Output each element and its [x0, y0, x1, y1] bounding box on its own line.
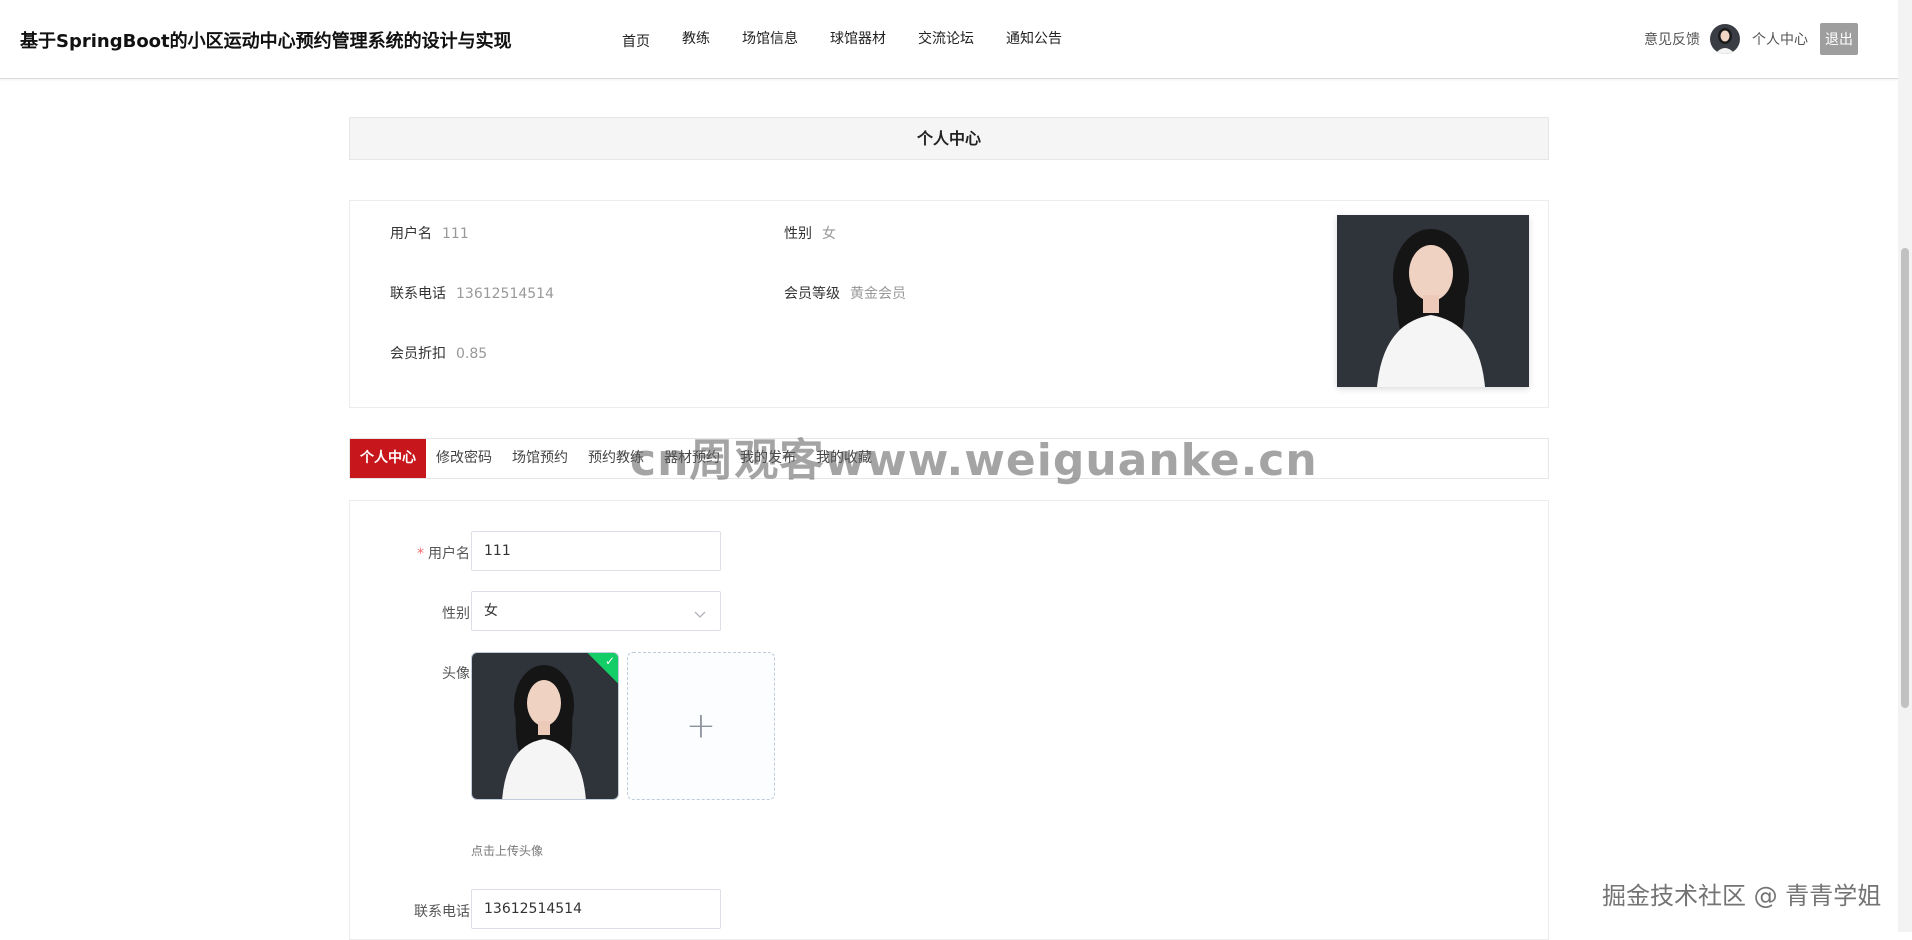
info-phone-label: 联系电话	[390, 286, 446, 302]
info-phone: 联系电话 13612514514	[390, 283, 554, 303]
info-discount-value: 0.85	[456, 346, 488, 362]
logout-button[interactable]: 退出	[1820, 23, 1858, 55]
info-username: 用户名 111	[390, 223, 469, 243]
phone-input[interactable]: 13612514514	[471, 889, 721, 929]
site-title: 基于SpringBoot的小区运动中心预约管理系统的设计与实现	[20, 31, 512, 52]
profile-photo	[1337, 215, 1529, 387]
tab-venue-booking[interactable]: 场馆预约	[502, 439, 578, 478]
gender-select[interactable]: 女	[471, 591, 721, 631]
nav-venue-info[interactable]: 场馆信息	[742, 28, 798, 51]
form-avatar-label: 头像	[442, 666, 470, 682]
info-gender-label: 性别	[784, 226, 812, 242]
upload-hint: 点击上传头像	[471, 844, 544, 858]
profile-info-card: 用户名 111 性别女 联系电话 13612514514 会员等级 黄金会员 会员折扣…	[349, 200, 1549, 408]
page-title: 个人中心	[349, 117, 1549, 160]
plus-icon: +	[685, 705, 717, 747]
info-username-label: 用户名	[390, 226, 432, 242]
tab-change-password[interactable]: 修改密码	[426, 439, 502, 478]
username-input[interactable]: 111	[471, 531, 721, 571]
info-level: 会员等级 黄金会员	[784, 283, 906, 303]
form-username-label: * 用户名	[350, 543, 470, 563]
user-center-link[interactable]: 个人中心	[1752, 29, 1808, 49]
gender-select-value: 女	[484, 603, 498, 619]
avatar-upload-button[interactable]: +	[627, 652, 775, 800]
watermark-text: cn周观客www.weiguanke.cn	[630, 435, 1318, 486]
avatar-upload-thumbnail[interactable]: ✓	[471, 652, 619, 800]
info-phone-value: 13612514514	[456, 286, 554, 302]
nav-announcements[interactable]: 通知公告	[1006, 28, 1062, 51]
main-nav: 首页 教练 场馆信息 球馆器材 交流论坛 通知公告	[622, 28, 1094, 51]
info-level-label: 会员等级	[784, 286, 840, 302]
info-gender: 性别女	[784, 223, 836, 243]
info-discount: 会员折扣 0.85	[390, 343, 487, 363]
nav-equipment[interactable]: 球馆器材	[830, 28, 886, 51]
top-navigation-bar: 基于SpringBoot的小区运动中心预约管理系统的设计与实现 首页 教练 场馆…	[0, 0, 1898, 79]
info-discount-label: 会员折扣	[390, 346, 446, 362]
user-menu: 意见反馈 个人中心 退出	[1644, 23, 1858, 55]
user-avatar-icon[interactable]	[1710, 24, 1740, 54]
info-username-value: 111	[442, 226, 469, 242]
required-marker: *	[417, 546, 424, 562]
feedback-link[interactable]: 意见反馈	[1644, 29, 1700, 49]
tab-user-center[interactable]: 个人中心	[350, 439, 426, 478]
corner-watermark: 掘金技术社区 @ 青青学姐	[1602, 882, 1882, 910]
form-phone-label: 联系电话	[414, 904, 470, 920]
chevron-down-icon	[690, 601, 710, 621]
form-gender-label: 性别	[442, 606, 470, 622]
nav-home[interactable]: 首页	[622, 31, 650, 51]
form-username-label-text: 用户名	[428, 546, 470, 562]
info-gender-value: 女	[822, 226, 836, 242]
scrollbar-thumb[interactable]	[1901, 248, 1909, 708]
nav-coach[interactable]: 教练	[682, 28, 710, 51]
check-icon: ✓	[604, 654, 615, 668]
nav-forum[interactable]: 交流论坛	[918, 28, 974, 51]
info-level-value: 黄金会员	[850, 286, 906, 302]
profile-edit-form: * 用户名 111 性别 女 头像 ✓ + 点击上传头像 联系电话 1361251…	[349, 500, 1549, 940]
